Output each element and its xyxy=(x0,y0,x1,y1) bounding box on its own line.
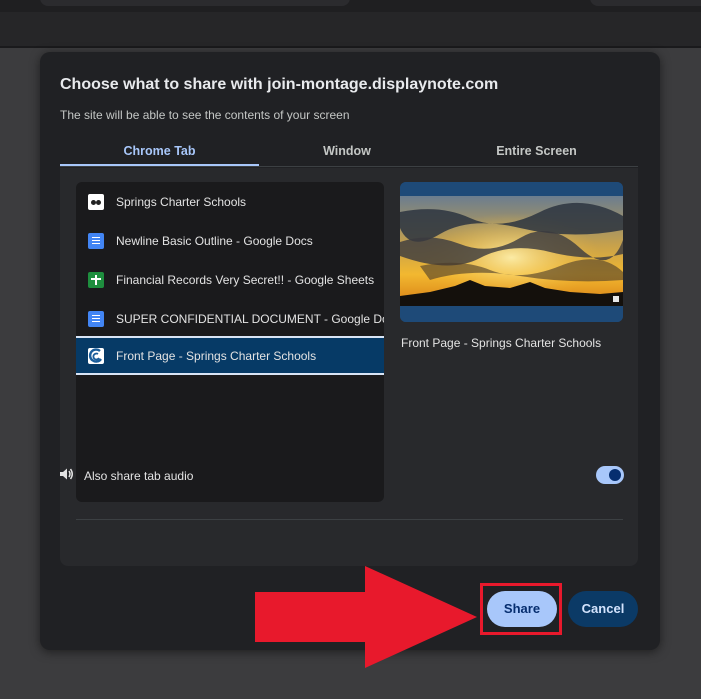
dialog-title: Choose what to share with join-montage.d… xyxy=(60,76,499,93)
audio-divider xyxy=(76,519,623,520)
list-item-label: Front Page - Springs Charter Schools xyxy=(116,348,317,363)
share-source-tabs: Chrome Tab Window Entire Screen xyxy=(60,138,638,167)
browser-tabstrip xyxy=(0,0,701,12)
browser-tab-right xyxy=(590,0,701,6)
preview-caption: Front Page - Springs Charter Schools xyxy=(401,336,602,350)
tab-entire-screen[interactable]: Entire Screen xyxy=(435,138,638,166)
red-arrow-icon xyxy=(255,566,477,668)
browser-toolbar-divider xyxy=(0,46,701,48)
toggle-knob xyxy=(609,469,621,481)
list-item-selected[interactable]: Front Page - Springs Charter Schools xyxy=(76,336,384,375)
chrome-tab-list[interactable]: Springs Charter Schools Newline Basic Ou… xyxy=(76,182,384,502)
cancel-button[interactable]: Cancel xyxy=(568,591,638,627)
list-item[interactable]: SUPER CONFIDENTIAL DOCUMENT - Google Doc… xyxy=(76,299,384,338)
share-screen-dialog: Choose what to share with join-montage.d… xyxy=(40,52,660,650)
list-item-label: Newline Basic Outline - Google Docs xyxy=(116,233,313,248)
browser-toolbar xyxy=(0,12,701,46)
share-panel: Springs Charter Schools Newline Basic Ou… xyxy=(60,168,638,566)
list-item[interactable]: Newline Basic Outline - Google Docs xyxy=(76,221,384,260)
tab-window[interactable]: Window xyxy=(259,138,435,166)
share-audio-row: Also share tab audio xyxy=(58,466,193,486)
list-item[interactable]: Springs Charter Schools xyxy=(76,182,384,221)
share-button[interactable]: Share xyxy=(487,591,557,627)
list-item-label: Springs Charter Schools xyxy=(116,194,247,209)
dialog-subtitle: The site will be able to see the content… xyxy=(60,108,350,122)
speaker-icon xyxy=(58,466,74,487)
school-favicon-icon xyxy=(88,193,104,210)
list-item-label: SUPER CONFIDENTIAL DOCUMENT - Google Doc… xyxy=(116,311,384,326)
browser-tab-left xyxy=(40,0,350,6)
google-docs-icon xyxy=(88,232,104,249)
google-sheets-icon xyxy=(88,271,104,288)
tab-preview-thumbnail xyxy=(400,182,623,322)
list-item-label: Financial Records Very Secret!! - Google… xyxy=(116,272,375,287)
share-audio-toggle[interactable] xyxy=(596,466,624,484)
google-docs-icon xyxy=(88,310,104,327)
tab-chrome-tab[interactable]: Chrome Tab xyxy=(60,138,259,166)
list-item[interactable]: Financial Records Very Secret!! - Google… xyxy=(76,260,384,299)
share-audio-label: Also share tab audio xyxy=(84,469,194,483)
sunset-preview-image xyxy=(400,182,623,322)
springs-favicon-icon xyxy=(88,347,104,364)
